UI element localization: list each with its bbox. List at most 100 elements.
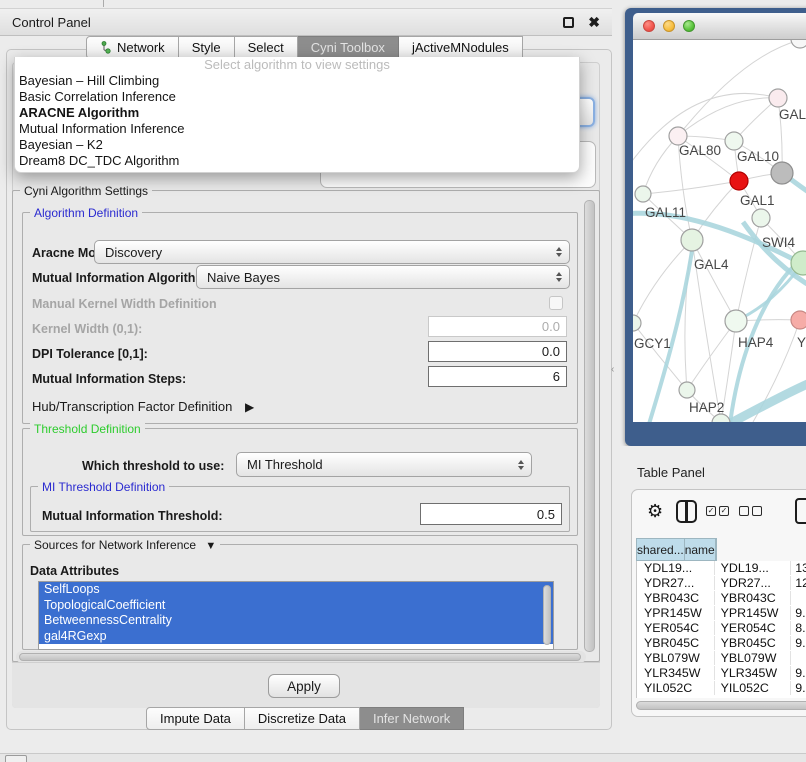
table-row[interactable]: YDR27... YDR27... 12 <box>637 576 806 591</box>
list-scrollbar[interactable] <box>543 585 551 645</box>
network-node-y[interactable] <box>791 311 806 329</box>
network-edge[interactable] <box>678 98 778 136</box>
network-edge[interactable] <box>692 240 736 321</box>
table-row[interactable]: YBR043C YBR043C <box>637 591 806 606</box>
table-row[interactable]: YBL079W YBL079W <box>637 650 806 665</box>
network-icon <box>100 41 112 54</box>
file-icon[interactable] <box>795 498 806 524</box>
tab[interactable]: Cyni Toolbox <box>298 36 399 59</box>
network-node-label: SWI4 <box>762 235 795 250</box>
mi-threshold-field[interactable]: 0.5 <box>420 503 562 525</box>
network-node[interactable] <box>771 162 793 184</box>
gear-icon[interactable]: ⚙ <box>647 501 663 522</box>
kernel-width-field[interactable]: 0.0 <box>428 316 567 337</box>
table-row[interactable]: YDL19... YDL19... 13 <box>637 561 806 576</box>
tab-label: Cyni Toolbox <box>311 40 385 55</box>
table-header-cell[interactable] <box>716 538 717 561</box>
mi-threshold-label: Mutual Information Threshold: <box>42 509 223 523</box>
close-traffic-light-icon[interactable] <box>643 20 655 32</box>
attribute-list-item[interactable]: SelfLoops <box>39 582 553 598</box>
network-node-gcy1[interactable] <box>633 315 641 331</box>
cell-shared-name: YLR345W <box>637 666 715 680</box>
cell-value: 12 <box>791 576 806 590</box>
network-node-gal[interactable] <box>769 89 787 107</box>
dpi-tolerance-field[interactable]: 0.0 <box>428 341 567 362</box>
bottom-tab-label: Impute Data <box>160 711 231 726</box>
dropdown-item[interactable]: Dream8 DC_TDC Algorithm <box>15 153 579 169</box>
network-edge[interactable] <box>643 136 678 194</box>
network-node-gal11[interactable] <box>635 186 651 202</box>
table-header-cell[interactable]: name <box>685 538 716 561</box>
hide-columns-box2-icon[interactable] <box>752 506 762 516</box>
sources-group-title[interactable]: Sources for Network Inference ▼ <box>30 538 220 552</box>
mi-steps-field[interactable]: 6 <box>428 366 567 387</box>
network-window-titlebar[interactable] <box>633 13 806 40</box>
network-node-gal1[interactable] <box>730 172 748 190</box>
network-node[interactable] <box>791 40 806 48</box>
table-body: YDL19... YDL19... 13 YDR27... YDR27... 1… <box>636 561 806 698</box>
network-node-hap2[interactable] <box>679 382 695 398</box>
table-panel-box: ⚙ ✓ ✓ shared...name YDL19... YDL19... 13… <box>631 489 806 717</box>
mi-type-value: Naive Bayes <box>207 270 280 285</box>
network-window: GALGAL80GAL10GAL1GAL11SWI4GAL4GCY1HAP4YH… <box>625 8 806 446</box>
table-header-cell[interactable]: shared... <box>636 538 685 561</box>
which-threshold-combo[interactable]: MI Threshold <box>236 452 532 477</box>
hub-definition-expander[interactable]: Hub/Transcription Factor Definition ▶ <box>32 399 254 414</box>
table-row[interactable]: YER054C YER054C 8. <box>637 621 806 636</box>
dropdown-item[interactable]: ARACNE Algorithm <box>15 105 579 121</box>
dropdown-items: Bayesian – Hill ClimbingBasic Correlatio… <box>15 73 579 169</box>
dropdown-item[interactable]: Bayesian – Hill Climbing <box>15 73 579 89</box>
attribute-list-item[interactable]: BetweennessCentrality <box>39 613 553 629</box>
network-edge[interactable] <box>687 321 736 390</box>
algorithm-definition-title: Algorithm Definition <box>30 206 142 220</box>
columns-icon[interactable] <box>676 500 697 523</box>
data-attributes-list: SelfLoopsTopologicalCoefficientBetweenne… <box>38 581 554 650</box>
cell-name: YER054C <box>715 621 792 635</box>
attribute-list-item[interactable]: gal4RGexp <box>39 629 553 645</box>
network-node-hap4[interactable] <box>725 310 747 332</box>
table-row[interactable]: YPR145W YPR145W 9. <box>637 606 806 621</box>
network-node-gal4[interactable] <box>681 229 703 251</box>
tab[interactable]: jActiveMNodules <box>399 36 523 59</box>
dropdown-item[interactable]: Bayesian – K2 <box>15 137 579 153</box>
zoom-traffic-light-icon[interactable] <box>683 20 695 32</box>
settings-hscroll-thumb[interactable] <box>19 653 581 661</box>
dropdown-item[interactable]: Mutual Information Inference <box>15 121 579 137</box>
network-node[interactable] <box>712 414 730 422</box>
bottom-tab[interactable]: Discretize Data <box>245 707 360 730</box>
cell-value: 13 <box>791 561 806 575</box>
network-node[interactable] <box>752 209 770 227</box>
attribute-list-item[interactable]: TopologicalCoefficient <box>39 598 553 614</box>
hide-columns-box-icon[interactable] <box>739 506 749 516</box>
network-node-gal10[interactable] <box>725 132 743 150</box>
float-icon[interactable] <box>563 17 574 28</box>
bottom-strip <box>0 753 806 762</box>
table-row[interactable]: YBR045C YBR045C 9. <box>637 635 806 650</box>
network-canvas[interactable]: GALGAL80GAL10GAL1GAL11SWI4GAL4GCY1HAP4YH… <box>633 40 806 422</box>
network-edge[interactable] <box>643 181 739 194</box>
close-icon[interactable]: ✖ <box>588 15 600 29</box>
tab[interactable]: Style <box>179 36 235 59</box>
minimize-traffic-light-icon[interactable] <box>663 20 675 32</box>
manual-kernel-checkbox[interactable] <box>549 296 563 310</box>
show-columns-check-icon[interactable]: ✓ <box>706 506 716 516</box>
cell-name: YDR27... <box>715 576 792 590</box>
combo-arrows-icon <box>556 272 562 282</box>
table-hscroll-thumb[interactable] <box>636 701 806 710</box>
mi-type-combo[interactable]: Naive Bayes <box>196 265 570 289</box>
table-row[interactable]: YIL052C YIL052C 9. <box>637 680 806 695</box>
aracne-mode-combo[interactable]: Discovery <box>94 240 570 264</box>
dropdown-item[interactable]: Basic Correlation Inference <box>15 89 579 105</box>
table-row[interactable]: YLR345W YLR345W 9. <box>637 665 806 680</box>
tab[interactable]: Network <box>86 36 179 59</box>
bottom-tab[interactable]: Infer Network <box>360 707 464 730</box>
bottom-tab[interactable]: Impute Data <box>146 707 245 730</box>
apply-button[interactable]: Apply <box>268 674 340 698</box>
bottom-corner-widget[interactable] <box>5 755 27 762</box>
network-edge[interactable] <box>633 240 692 323</box>
tab[interactable]: Select <box>235 36 298 59</box>
network-edge[interactable] <box>729 378 806 422</box>
show-columns-check2-icon[interactable]: ✓ <box>719 506 729 516</box>
splitter-handle[interactable]: ‹ <box>611 364 614 375</box>
settings-vertical-scrollbar[interactable] <box>584 200 595 652</box>
